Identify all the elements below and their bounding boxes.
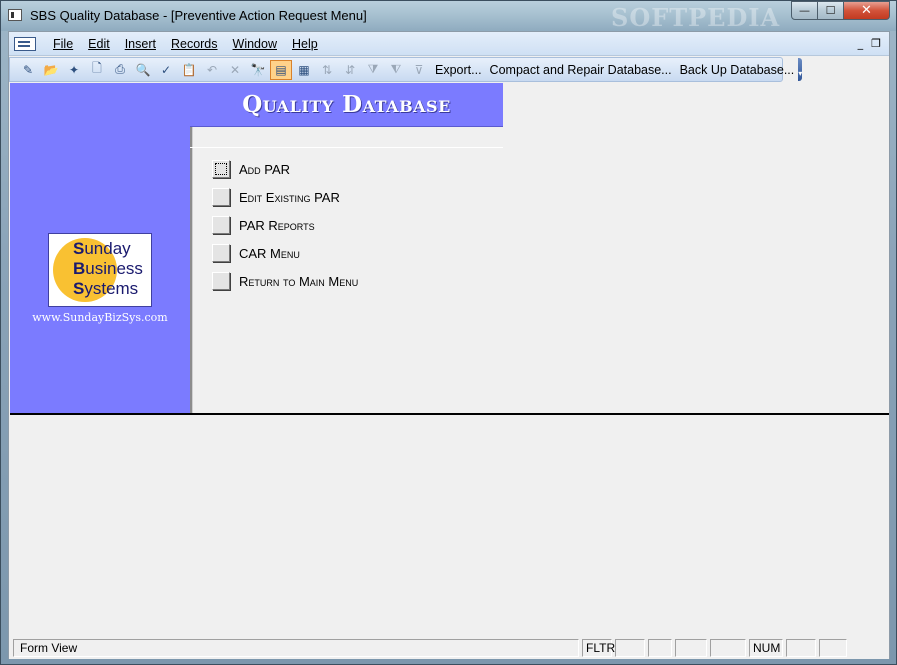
sort-descending-icon: ⇵: [344, 62, 356, 77]
menu-insert-label: Insert: [124, 36, 156, 51]
header-divider: [190, 147, 503, 148]
delete-icon: ✕: [229, 62, 241, 77]
par-reports-button[interactable]: [212, 216, 230, 234]
menu-window[interactable]: Window: [226, 34, 285, 54]
status-cell-6: [819, 639, 847, 657]
print-icon[interactable]: ⎙: [109, 60, 131, 80]
par-reports-label: PAR Reports: [239, 217, 315, 233]
car-menu-button[interactable]: [212, 244, 230, 262]
close-button[interactable]: ✕: [844, 1, 890, 20]
filter-by-form-icon: ⧨: [390, 62, 402, 76]
menu-row-par-reports: PAR Reports: [212, 211, 358, 239]
new-object-icon[interactable]: ✦: [63, 60, 85, 80]
minimize-button[interactable]: —: [791, 1, 818, 20]
menu-help-label: Help: [291, 36, 318, 51]
menu-window-label: Window: [232, 36, 277, 51]
edit-existing-par-label: Edit Existing PAR: [239, 189, 340, 205]
menu-records[interactable]: Records: [164, 34, 226, 54]
return-to-main-menu-label: Return to Main Menu: [239, 273, 359, 289]
status-cell-3: [675, 639, 707, 657]
sort-ascending-icon: ⇅: [321, 62, 333, 77]
mdi-restore-button[interactable]: ❐: [871, 37, 881, 50]
return-to-main-menu-button[interactable]: [212, 272, 230, 290]
filter-by-selection-icon: ⧩: [367, 62, 379, 76]
status-view-mode: Form View: [13, 639, 579, 657]
form-header: Quality Database: [190, 83, 503, 127]
menu-row-return-main: Return to Main Menu: [212, 267, 358, 295]
left-panel: Sunday Business Systems www.SundayBizSys…: [10, 83, 190, 413]
backup-button[interactable]: Back Up Database...: [676, 60, 799, 80]
add-par-button[interactable]: [212, 160, 230, 178]
mdi-controls: _ ❐: [858, 37, 881, 50]
menu-bar: File Edit Insert Records Window Help _ ❐: [9, 32, 889, 56]
section-divider: [10, 413, 889, 415]
status-fltr: FLTR: [582, 639, 615, 657]
maximize-button[interactable]: ☐: [818, 1, 844, 20]
logo-text: Sunday Business Systems: [73, 239, 143, 299]
status-cell-4: [710, 639, 746, 657]
edit-existing-par-button[interactable]: [212, 188, 230, 206]
undo-icon: ↶: [206, 62, 218, 77]
menu-edit-label: Edit: [88, 36, 110, 51]
menu-file[interactable]: File: [46, 34, 81, 54]
form-view-icon[interactable]: ▤: [270, 59, 292, 80]
status-cell-1: [615, 639, 645, 657]
mdi-minimize-button[interactable]: _: [858, 37, 864, 50]
menu-insert[interactable]: Insert: [118, 34, 164, 54]
apply-filter-icon: ⊽: [414, 62, 424, 77]
title-bar[interactable]: SBS Quality Database - [Preventive Actio…: [1, 1, 896, 32]
menu-row-add-par: Add PAR: [212, 155, 358, 183]
car-menu-label: CAR Menu: [239, 245, 300, 261]
find-icon[interactable]: 🔭: [247, 60, 269, 80]
company-logo: Sunday Business Systems: [48, 233, 152, 307]
app-icon[interactable]: [8, 9, 22, 21]
menu-row-car-menu: CAR Menu: [212, 239, 358, 267]
add-par-label: Add PAR: [239, 161, 291, 177]
logo-line-1: Sunday: [73, 239, 131, 258]
par-menu-list: Add PAR Edit Existing PAR PAR Reports CA…: [212, 155, 358, 295]
file-search-icon[interactable]: 🗋: [86, 60, 108, 80]
open-icon[interactable]: 📂: [40, 60, 62, 80]
print-preview-icon[interactable]: 🔍: [132, 60, 154, 80]
compact-repair-button[interactable]: Compact and Repair Database...: [486, 60, 676, 80]
paste-icon[interactable]: 📋: [178, 60, 200, 80]
menu-help[interactable]: Help: [285, 34, 326, 54]
status-cell-2: [648, 639, 672, 657]
status-bar: Form View FLTR NUM: [9, 637, 889, 659]
watermark: SOFTPEDIA: [611, 3, 781, 32]
toolbar-icons: ✎ 📂 ✦ 🗋 ⎙ 🔍 ✓ 📋 ↶ ✕ 🔭 ▤ ▦ ⇅ ⇵ ⧩ ⧨ ⊽: [17, 59, 431, 80]
window-title: SBS Quality Database - [Preventive Actio…: [30, 8, 367, 23]
menu-edit[interactable]: Edit: [81, 34, 118, 54]
logo-line-3: Systems: [73, 279, 139, 298]
document-icon[interactable]: [14, 36, 36, 51]
status-num: NUM: [749, 639, 783, 657]
form-area: Sunday Business Systems www.SundayBizSys…: [10, 83, 889, 413]
menu-file-label: File: [53, 36, 74, 51]
application-window: SBS Quality Database - [Preventive Actio…: [0, 0, 897, 665]
status-cell-5: [786, 639, 816, 657]
spelling-icon[interactable]: ✓: [155, 60, 177, 80]
menu-records-label: Records: [170, 36, 218, 51]
client-area: File Edit Insert Records Window Help _ ❐…: [8, 31, 890, 659]
toolbar: ✎ 📂 ✦ 🗋 ⎙ 🔍 ✓ 📋 ↶ ✕ 🔭 ▤ ▦ ⇅ ⇵ ⧩ ⧨ ⊽ Export... Compact and…: [9, 57, 803, 82]
datasheet-view-icon[interactable]: ▦: [293, 60, 315, 80]
window-controls: — ☐ ✕: [791, 1, 890, 20]
form-title: Quality Database: [242, 91, 451, 118]
menu-row-edit-par: Edit Existing PAR: [212, 183, 358, 211]
vertical-divider: [190, 127, 193, 413]
company-url: www.SundayBizSys.com: [32, 311, 168, 324]
logo-line-2: Business: [73, 259, 143, 278]
design-view-icon[interactable]: ✎: [17, 60, 39, 80]
toolbar-overflow-button[interactable]: ▾: [798, 58, 803, 81]
export-button[interactable]: Export...: [431, 60, 486, 80]
